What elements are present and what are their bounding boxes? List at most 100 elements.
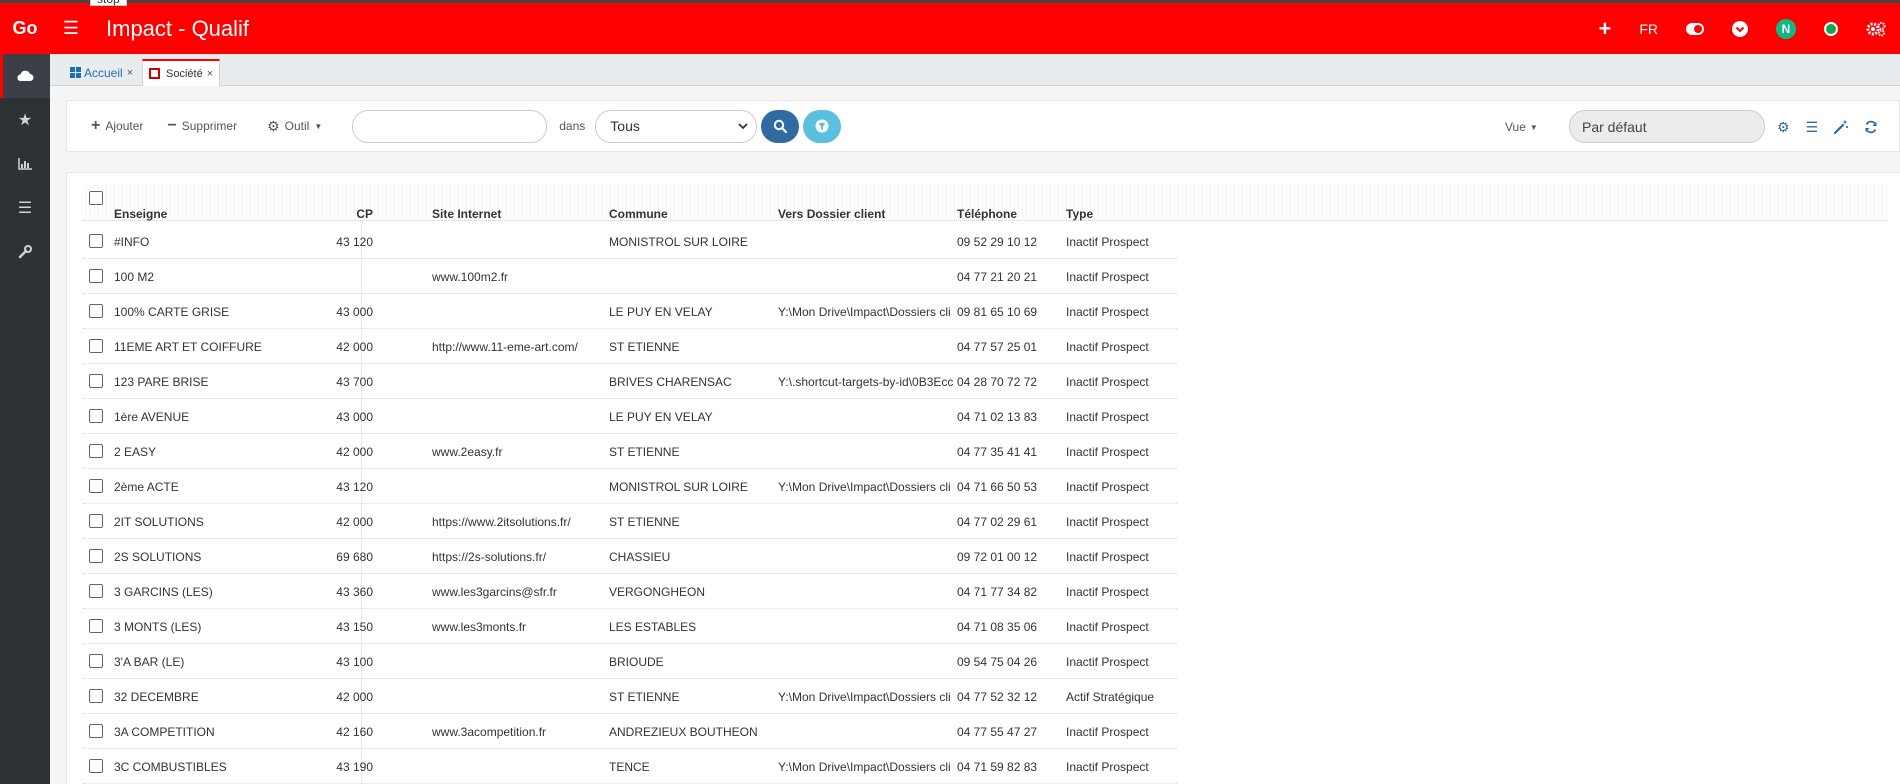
row-checkbox[interactable] — [89, 269, 103, 283]
cell-dossier: Y:\Mon Drive\Impact\Dossiers cli — [778, 690, 951, 704]
cell-telephone: 04 71 77 34 82 — [957, 585, 1038, 599]
tab-accueil[interactable]: Accueil × — [64, 59, 139, 86]
data-grid: Enseigne CP Site Internet Commune Vers D… — [66, 172, 1900, 784]
sidebar-item-tools[interactable] — [0, 230, 50, 274]
toggle-icon[interactable] — [1686, 22, 1704, 35]
caret-down-icon: ▼ — [314, 121, 323, 131]
table-row[interactable]: 1ère AVENUE 43 000 LE PUY EN VELAY 04 71 02… — [83, 399, 1177, 434]
delete-button[interactable]: − Supprimer — [167, 117, 237, 135]
cell-telephone: 04 77 55 47 27 — [957, 725, 1038, 739]
list-icon[interactable]: ☰ — [1806, 119, 1819, 136]
row-checkbox[interactable] — [89, 584, 103, 598]
row-checkbox[interactable] — [89, 339, 103, 353]
row-checkbox[interactable] — [89, 409, 103, 423]
table-row[interactable]: #INFO 43 120 MONISTROL SUR LOIRE 09 52 29 1… — [83, 224, 1177, 259]
cell-telephone: 04 77 57 25 01 — [957, 340, 1038, 354]
table-row[interactable]: 2 EASY 42 000 www.2easy.fr ST ETIENNE 04 77 … — [83, 434, 1177, 469]
column-header-enseigne[interactable]: Enseigne — [114, 207, 167, 221]
row-checkbox[interactable] — [89, 724, 103, 738]
table-row[interactable]: 32 DECEMBRE 42 000 ST ETIENNE Y:\Mon Drive\… — [83, 679, 1177, 714]
cell-telephone: 09 81 65 10 69 — [957, 305, 1038, 319]
tab-societe[interactable]: Société × — [142, 59, 221, 86]
cell-cp: 43 190 — [336, 760, 373, 774]
table-row[interactable]: 3 MONTS (LES) 43 150 www.les3monts.fr LES E… — [83, 609, 1177, 644]
row-checkbox[interactable] — [89, 689, 103, 703]
brand-logo[interactable]: Go — [0, 18, 50, 39]
row-checkbox[interactable] — [89, 759, 103, 773]
table-row[interactable]: 2ème ACTE 43 120 MONISTROL SUR LOIRE Y:\Mon… — [83, 469, 1177, 504]
column-header-commune[interactable]: Commune — [609, 207, 668, 221]
table-row[interactable]: 123 PARE BRISE 43 700 BRIVES CHARENSAC Y:\.… — [83, 364, 1177, 399]
plus-icon[interactable]: + — [1598, 16, 1611, 42]
cell-type: Inactif Prospect — [1066, 585, 1149, 599]
grid-tools: ⚙ ☰ — [1777, 101, 1878, 153]
search-input[interactable] — [352, 109, 548, 143]
sidebar-item-favorites[interactable]: ★ — [0, 98, 50, 142]
search-button[interactable] — [761, 109, 800, 143]
row-checkbox[interactable] — [89, 304, 103, 318]
chevron-down-circle-icon[interactable] — [1732, 20, 1748, 37]
row-checkbox[interactable] — [89, 374, 103, 388]
close-icon[interactable]: × — [207, 68, 213, 80]
cell-enseigne: 2S SOLUTIONS — [114, 550, 202, 564]
cell-cp: 42 000 — [336, 340, 373, 354]
cell-cp: 42 160 — [336, 725, 373, 739]
table-row[interactable]: 3A COMPETITION 42 160 www.3acompetition.fr… — [83, 714, 1177, 749]
cell-cp: 69 680 — [336, 550, 373, 564]
menu-toggle-icon[interactable]: ☰ — [50, 18, 92, 39]
cell-enseigne: 32 DECEMBRE — [114, 690, 199, 704]
cell-cp: 43 700 — [336, 375, 373, 389]
cell-commune: VERGONGHEON — [609, 585, 706, 599]
cell-type: Inactif Prospect — [1066, 235, 1149, 249]
cell-enseigne: 100 M2 — [114, 270, 155, 284]
filter-button[interactable] — [803, 109, 842, 143]
select-all-checkbox[interactable] — [89, 191, 103, 205]
table-row[interactable]: 100 M2 www.100m2.fr 04 77 21 20 21 Inactif … — [83, 259, 1177, 294]
row-checkbox[interactable] — [89, 619, 103, 633]
add-button[interactable]: + Ajouter — [91, 117, 143, 135]
row-checkbox[interactable] — [89, 234, 103, 248]
tool-dropdown[interactable]: ⚙ Outil ▼ — [267, 118, 322, 135]
sidebar-item-stats[interactable] — [0, 142, 50, 186]
row-checkbox[interactable] — [89, 549, 103, 563]
language-selector[interactable]: FR — [1639, 21, 1658, 37]
magic-wand-icon[interactable] — [1834, 120, 1849, 134]
cell-commune: ST ETIENNE — [609, 515, 680, 529]
column-header-type[interactable]: Type — [1066, 207, 1093, 221]
column-header-telephone[interactable]: Téléphone — [957, 207, 1017, 221]
row-checkbox[interactable] — [89, 444, 103, 458]
table-row[interactable]: 3C COMBUSTIBLES 43 190 TENCE Y:\Mon Drive\I… — [83, 749, 1177, 784]
table-row[interactable]: 100% CARTE GRISE 43 000 LE PUY EN VELAY Y:\… — [83, 294, 1177, 329]
square-icon — [149, 68, 160, 79]
table-row[interactable]: 3'A BAR (LE) 43 100 BRIOUDE 09 54 75 04 26 I… — [83, 644, 1177, 679]
sidebar-item-list[interactable]: ☰ — [0, 186, 50, 230]
column-header-dossier[interactable]: Vers Dossier client — [778, 207, 885, 221]
cell-commune: ST ETIENNE — [609, 445, 680, 459]
cell-site: https://www.2itsolutions.fr/ — [432, 515, 571, 529]
table-row[interactable]: 2IT SOLUTIONS 42 000 https://www.2itsoluti… — [83, 504, 1177, 539]
dans-label: dans — [559, 119, 586, 133]
row-checkbox[interactable] — [89, 654, 103, 668]
row-checkbox[interactable] — [89, 479, 103, 493]
view-dropdown[interactable]: Vue ▼ — [1505, 101, 1538, 153]
view-name-input[interactable]: Par défaut — [1569, 110, 1765, 143]
cell-cp: 43 000 — [336, 410, 373, 424]
user-avatar[interactable]: N — [1776, 18, 1796, 39]
sidebar-item-cloud[interactable] — [0, 54, 50, 98]
settings-cogs-icon[interactable] — [1866, 21, 1886, 37]
table-row[interactable]: 3 GARCINS (LES) 43 360 www.les3garcins@sfr… — [83, 574, 1177, 609]
cell-telephone: 04 71 59 82 83 — [957, 760, 1038, 774]
cell-cp: 43 150 — [336, 620, 373, 634]
refresh-icon[interactable] — [1864, 120, 1878, 134]
cell-commune: LE PUY EN VELAY — [609, 410, 713, 424]
column-header-cp[interactable]: CP — [333, 207, 373, 221]
table-row[interactable]: 11EME ART ET COIFFURE 42 000 http://www.11… — [83, 329, 1177, 364]
close-icon[interactable]: × — [127, 67, 133, 79]
cell-telephone: 04 71 02 13 83 — [957, 410, 1038, 424]
scope-select[interactable]: Tous — [595, 109, 758, 143]
table-row[interactable]: 2S SOLUTIONS 69 680 https://2s-solutions.f… — [83, 539, 1177, 574]
gear-icon[interactable]: ⚙ — [1777, 119, 1790, 136]
cell-cp: 43 000 — [336, 305, 373, 319]
row-checkbox[interactable] — [89, 514, 103, 528]
column-header-site[interactable]: Site Internet — [432, 207, 501, 221]
